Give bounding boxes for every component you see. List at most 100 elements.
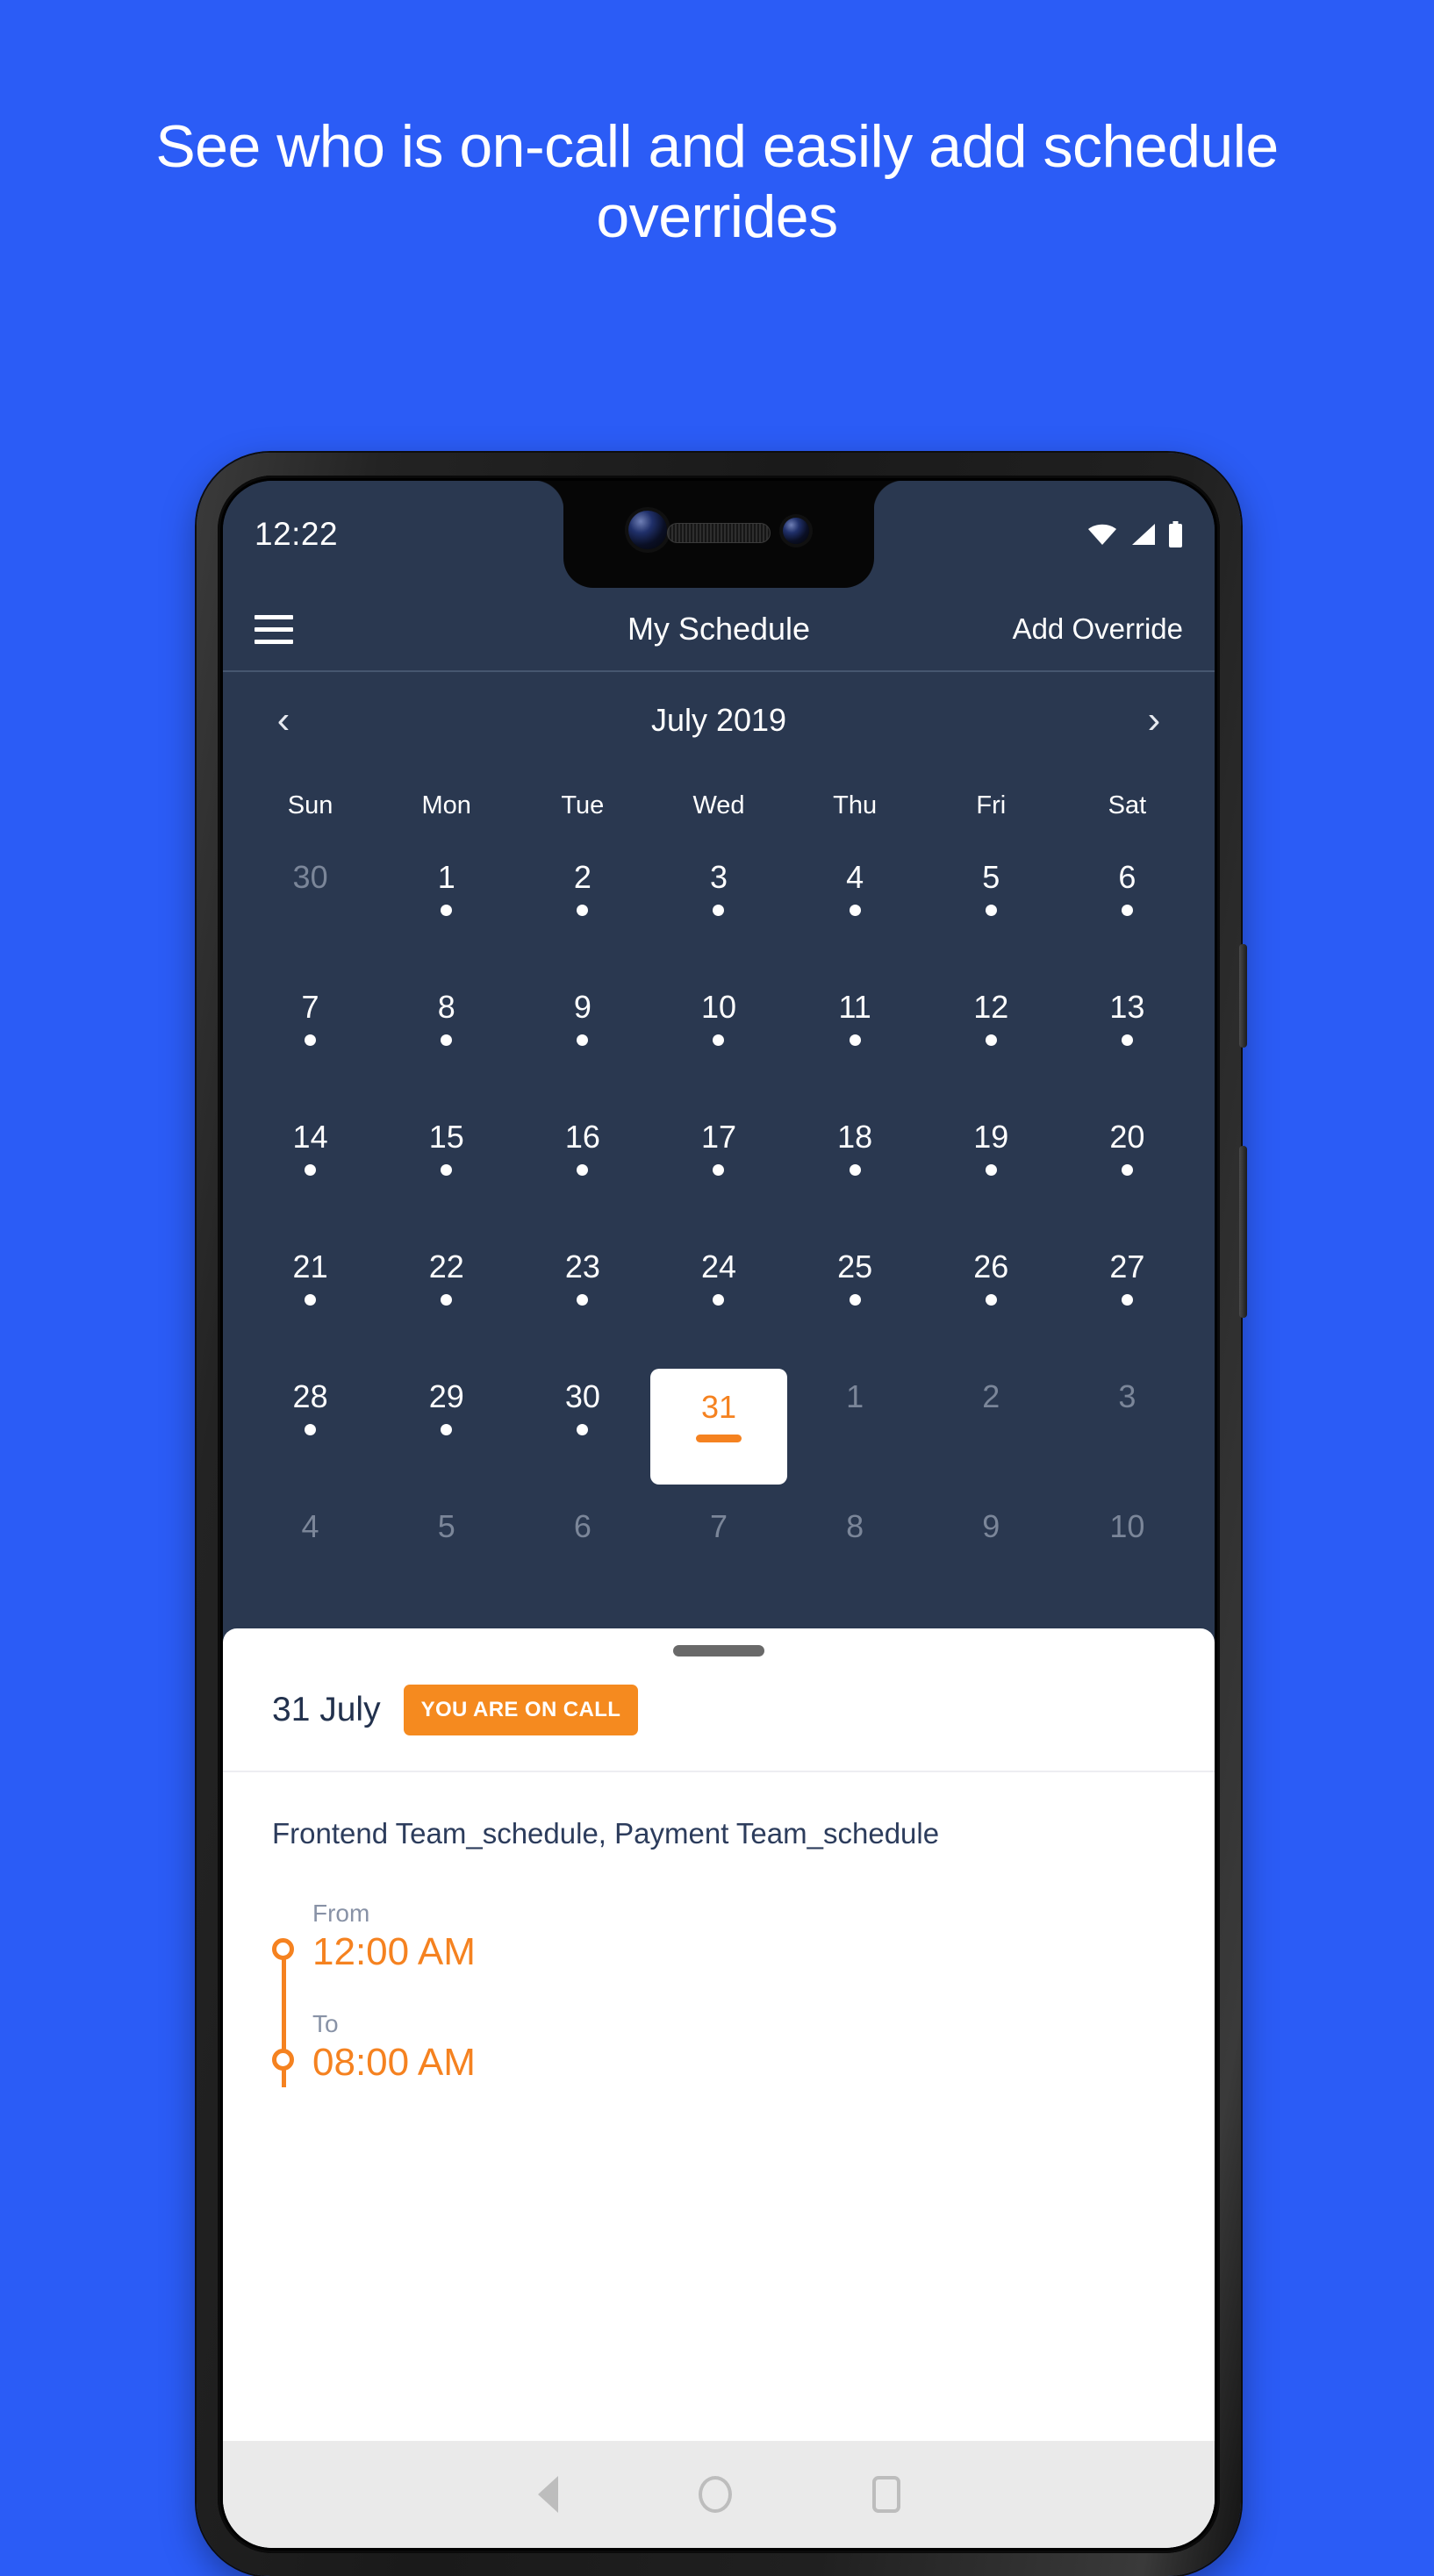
calendar-day[interactable]: 18 [787,1102,923,1232]
page-title: See who is on-call and easily add schedu… [155,113,1279,250]
signal-icon [1132,524,1155,545]
calendar-day-event-dot [985,905,997,916]
calendar-day-number: 17 [700,1119,737,1155]
calendar-day-event-dot [1121,905,1133,916]
schedule-timeline: From 12:00 AM To 08:00 AM [272,1899,1165,2087]
calendar-day-event-dot [849,1294,861,1306]
home-circle-icon[interactable] [698,2476,732,2513]
calendar-day[interactable]: 6 [514,1492,650,1621]
calendar-day-number: 11 [838,989,871,1025]
calendar-day-number: 28 [292,1378,328,1414]
calendar-day[interactable]: 3 [650,842,786,972]
calendar-day[interactable]: 30 [514,1362,650,1492]
calendar-day[interactable]: 30 [242,842,378,972]
calendar-day[interactable]: 2 [923,1362,1059,1492]
drag-handle[interactable] [673,1644,764,1657]
calendar-weekday-row: Sun Mon Tue Wed Thu Fri Sat [242,769,1195,842]
calendar-day-number: 5 [437,1508,455,1544]
calendar-day-number: 27 [1109,1249,1145,1284]
calendar-day-number: 21 [292,1249,328,1284]
calendar-day-event-dot [1121,1034,1133,1046]
sheet-handle-area [223,1628,1215,1672]
calendar-day[interactable]: 23 [514,1232,650,1362]
calendar-day[interactable]: 8 [787,1492,923,1621]
chevron-right-icon[interactable]: › [1132,701,1176,740]
calendar-day[interactable]: 26 [923,1232,1059,1362]
calendar-day-event-dot [713,1034,725,1046]
display-notch [534,481,904,588]
calendar-day[interactable]: 15 [378,1102,514,1232]
calendar-day[interactable]: 1 [378,842,514,972]
calendar-day[interactable]: 12 [923,972,1059,1102]
calendar-day-number: 2 [982,1378,1000,1414]
calendar-day[interactable]: 4 [242,1492,378,1621]
calendar-day-number: 12 [973,989,1009,1025]
calendar-day[interactable]: 24 [650,1232,786,1362]
calendar-day[interactable]: 3 [1059,1362,1195,1492]
calendar-day-number: 16 [564,1119,600,1155]
front-camera-icon [628,511,667,549]
calendar-day-number: 20 [1109,1119,1145,1155]
calendar-day-number: 10 [700,989,737,1025]
calendar-day-event-dot [985,1164,997,1176]
calendar-day[interactable]: 27 [1059,1232,1195,1362]
calendar-day-number: 8 [437,989,455,1025]
calendar-day-number: 4 [301,1508,319,1544]
calendar-day[interactable]: 20 [1059,1102,1195,1232]
add-override-button[interactable]: Add Override [1013,612,1183,646]
calendar-day-number: 18 [837,1119,873,1155]
calendar-day-event-dot [713,1294,725,1306]
calendar-day[interactable]: 5 [923,842,1059,972]
calendar-day[interactable]: 11 [787,972,923,1102]
volume-button[interactable] [1239,1146,1247,1318]
sheet-date-label: 31 July [272,1691,381,1728]
recents-square-icon[interactable] [871,2476,900,2513]
calendar-day[interactable]: 29 [378,1362,514,1492]
calendar-day[interactable]: 1 [787,1362,923,1492]
calendar-day[interactable]: 21 [242,1232,378,1362]
calendar-day[interactable]: 5 [378,1492,514,1621]
power-button[interactable] [1239,944,1247,1048]
calendar-day-number: 7 [709,1508,728,1544]
calendar-day[interactable]: 13 [1059,972,1195,1102]
back-triangle-icon[interactable] [537,2476,558,2513]
battery-icon [1169,521,1182,547]
calendar-day[interactable]: 28 [242,1362,378,1492]
calendar-day[interactable]: 6 [1059,842,1195,972]
calendar-day[interactable]: 16 [514,1102,650,1232]
calendar-day[interactable]: 22 [378,1232,514,1362]
calendar-day[interactable]: 2 [514,842,650,972]
hamburger-menu-icon[interactable] [255,614,293,644]
calendar-day[interactable]: 8 [378,972,514,1102]
calendar-day[interactable]: 25 [787,1232,923,1362]
calendar-day[interactable]: 4 [787,842,923,972]
earpiece-speaker-icon [667,523,771,543]
phone-bezel: 12:22 My Schedule Add Override ‹ July 20… [218,476,1220,2553]
calendar-day[interactable]: 10 [1059,1492,1195,1621]
timeline-start-marker-icon [272,1937,294,1960]
calendar-day[interactable]: 17 [650,1102,786,1232]
calendar-day-event-dot [441,1424,453,1435]
calendar-day[interactable]: 9 [923,1492,1059,1621]
calendar-day-event-dot [441,1034,453,1046]
phone-screen: 12:22 My Schedule Add Override ‹ July 20… [223,481,1215,2548]
calendar-day-number: 31 [700,1389,737,1425]
calendar-day[interactable]: 19 [923,1102,1059,1232]
from-label: From [312,1899,370,1927]
calendar-month-label: July 2019 [650,702,787,738]
schedule-details: Frontend Team_schedule, Payment Team_sch… [223,1772,1215,2087]
calendar-day[interactable]: 9 [514,972,650,1102]
phone-device-frame: 12:22 My Schedule Add Override ‹ July 20… [197,453,1247,2576]
calendar-day[interactable]: 10 [650,972,786,1102]
weekday-label: Wed [692,791,745,819]
calendar-day-number: 9 [982,1508,1000,1544]
calendar-day-selected[interactable]: 31 [650,1369,787,1485]
calendar-day[interactable]: 7 [650,1492,786,1621]
schedule-bottom-sheet: 31 July YOU ARE ON CALL Frontend Team_sc… [223,1628,1215,2548]
calendar-day-number: 14 [292,1119,328,1155]
calendar-day[interactable]: 7 [242,972,378,1102]
calendar-day-event-dot [985,1034,997,1046]
calendar-day[interactable]: 14 [242,1102,378,1232]
chevron-left-icon[interactable]: ‹ [262,701,305,740]
calendar-day-number: 30 [292,859,328,895]
